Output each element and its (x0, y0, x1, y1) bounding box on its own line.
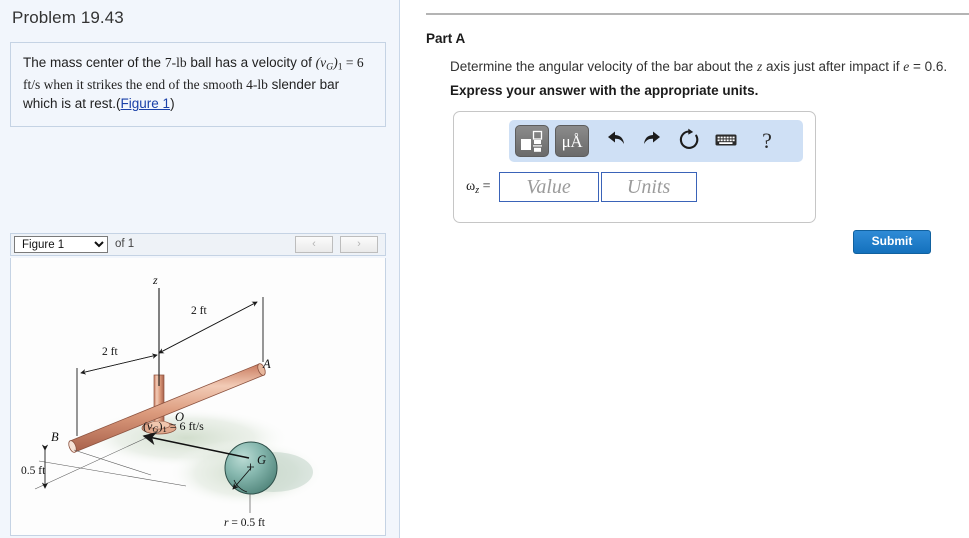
chevron-right-icon: › (357, 238, 361, 250)
part-question-text: Determine the angular velocity of the ba… (450, 59, 969, 75)
radius-label: r = 0.5 ft (224, 517, 266, 529)
answer-entry-box: μÅ ? ωz = Value Units (453, 111, 816, 223)
part-title: Part A (426, 31, 466, 46)
bar-weight: 4-lb (246, 76, 268, 92)
answer-toolbar: μÅ ? (509, 120, 803, 162)
figure-select-dropdown[interactable]: Figure 1 (14, 236, 108, 253)
question-seg-2: axis just after impact if (762, 59, 904, 74)
template-icon-glyph (521, 130, 543, 152)
figure-count-label: of 1 (115, 238, 135, 250)
mechanics-diagram: z 2 ft 2 ft A B O 0.5 ft G r = 0.5 ft (v… (21, 273, 324, 529)
dim-right-arrow-l (158, 301, 258, 354)
velocity-annotation: (vG)1 = 6 ft/s (143, 419, 204, 434)
help-icon-glyph: ? (762, 128, 772, 153)
omega-equals: = (479, 178, 491, 194)
label-point-b: B (51, 430, 59, 444)
reset-icon-glyph (679, 128, 699, 149)
stmt-seg-2: ball has a velocity of (186, 55, 316, 70)
omega-symbol: ω (466, 178, 476, 194)
help-icon[interactable]: ? (753, 126, 781, 156)
dim-left-label: 2 ft (102, 346, 118, 358)
figure-navigation-bar: Figure 1 of 1 ‹ › (10, 233, 386, 256)
redo-icon-glyph (644, 131, 660, 144)
redo-icon[interactable] (637, 126, 665, 156)
undo-icon-glyph (608, 131, 624, 144)
answer-value-input[interactable] (498, 172, 599, 202)
keyboard-icon[interactable] (712, 126, 740, 156)
stmt-seg-1: The mass center of the (23, 55, 165, 70)
problem-statement-text: The mass center of the 7-lb ball has a v… (23, 53, 373, 114)
z-axis-label: z (152, 273, 158, 287)
undo-icon[interactable] (601, 126, 629, 156)
answer-panel: Part A Determine the angular velocity of… (401, 0, 969, 538)
omega-z-label: ωz = (466, 179, 491, 196)
figure-next-button[interactable]: › (340, 236, 378, 253)
template-icon[interactable] (515, 125, 549, 157)
page-title: Problem 19.43 (12, 8, 124, 27)
stmt-seg-5: ) (170, 96, 175, 112)
label-point-a: A (262, 357, 271, 371)
velocity-symbol: (v (315, 55, 327, 70)
reset-icon[interactable] (675, 126, 703, 156)
keyboard-icon-glyph (715, 134, 737, 146)
question-seg-3: = 0.6. (909, 59, 948, 74)
units-button[interactable]: μÅ (555, 125, 589, 157)
figure-prev-button[interactable]: ‹ (295, 236, 333, 253)
question-seg-1: Determine the angular velocity of the ba… (450, 59, 757, 74)
answer-units-input[interactable] (600, 172, 697, 202)
answer-input-row: ωz = (466, 172, 697, 202)
submit-button[interactable]: Submit (853, 230, 931, 254)
part-divider (426, 13, 969, 15)
chevron-left-icon: ‹ (312, 238, 316, 250)
dim-left-arrow-l (80, 354, 158, 375)
figure-1-link[interactable]: Figure 1 (121, 96, 171, 111)
ball-weight: 7-lb (164, 55, 187, 70)
problem-statement-box: The mass center of the 7-lb ball has a v… (10, 42, 386, 127)
part-instruction-text: Express your answer with the appropriate… (450, 83, 759, 98)
problem-panel: Problem 19.43 The mass center of the 7-l… (0, 0, 400, 538)
dim-right-label: 2 ft (191, 305, 207, 317)
units-button-label: μÅ (561, 131, 583, 151)
figure-image-panel[interactable]: z 2 ft 2 ft A B O 0.5 ft G r = 0.5 ft (v… (10, 258, 386, 536)
dim-drop-label: 0.5 ft (21, 465, 46, 477)
label-point-g: G (257, 453, 266, 467)
